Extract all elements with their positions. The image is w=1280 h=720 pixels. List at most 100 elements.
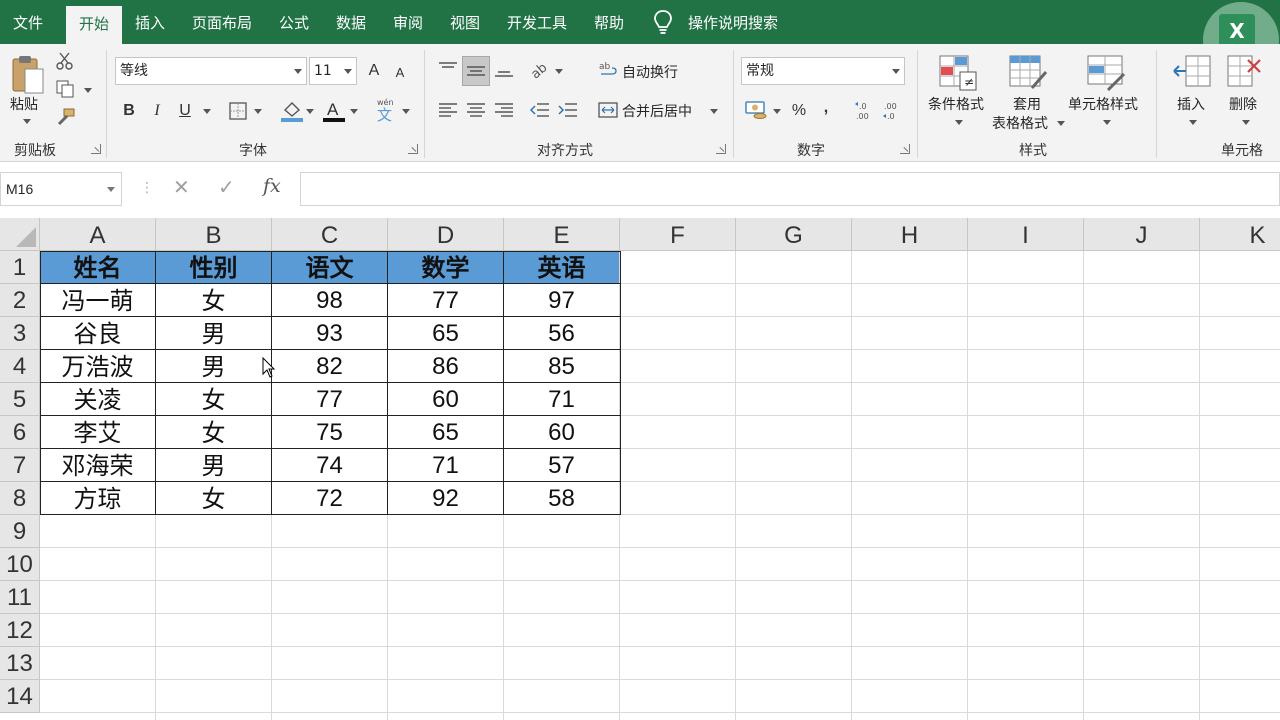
insert-function-icon[interactable]: fx — [263, 175, 281, 197]
format-table-dropdown-icon[interactable] — [1057, 121, 1065, 126]
row-header-7[interactable]: 7 — [0, 449, 40, 482]
row-header-10[interactable]: 10 — [0, 548, 40, 581]
alignment-launcher-icon[interactable] — [716, 144, 726, 154]
comma-style-button[interactable]: , — [814, 96, 838, 120]
column-header-b[interactable]: B — [156, 218, 272, 251]
confirm-entry-icon[interactable]: ✓ — [218, 175, 235, 199]
table-cell[interactable]: 56 — [504, 317, 619, 350]
phonetic-dropdown-icon[interactable] — [402, 109, 410, 114]
tab-view[interactable]: 视图 — [439, 0, 491, 44]
phonetic-guide-icon[interactable]: wén 文 — [374, 97, 398, 123]
decrease-font-size-button[interactable]: A — [388, 61, 412, 85]
paste-icon[interactable] — [10, 54, 46, 96]
merge-center-icon[interactable] — [598, 100, 618, 120]
table-cell[interactable]: 74 — [272, 449, 387, 482]
row-header-2[interactable]: 2 — [0, 284, 40, 317]
tell-me-search[interactable]: 操作说明搜索 — [652, 0, 778, 44]
column-header-g[interactable]: G — [736, 218, 852, 251]
table-cell[interactable]: 57 — [504, 449, 619, 482]
column-header-a[interactable]: A — [40, 218, 156, 251]
insert-dropdown-icon[interactable] — [1189, 120, 1197, 125]
select-all-button[interactable] — [0, 218, 40, 251]
increase-font-size-button[interactable]: A — [362, 59, 386, 83]
column-header-e[interactable]: E — [504, 218, 620, 251]
format-as-table-icon[interactable] — [1008, 52, 1048, 92]
table-header-cell[interactable]: 语文 — [272, 251, 387, 284]
table-cell[interactable]: 女 — [156, 482, 271, 515]
fill-color-dropdown-icon[interactable] — [306, 109, 314, 114]
delete-dropdown-icon[interactable] — [1242, 120, 1250, 125]
format-as-table-button[interactable]: 表格格式 — [992, 113, 1048, 133]
cancel-entry-icon[interactable]: ✕ — [173, 175, 190, 199]
table-header-cell[interactable]: 数学 — [388, 251, 503, 284]
borders-icon[interactable] — [228, 101, 248, 121]
column-header-h[interactable]: H — [852, 218, 968, 251]
row-header-12[interactable]: 12 — [0, 614, 40, 647]
row-header-4[interactable]: 4 — [0, 350, 40, 383]
insert-button[interactable]: 插入 — [1177, 94, 1205, 114]
table-header-cell[interactable]: 性别 — [156, 251, 271, 284]
row-header-9[interactable]: 9 — [0, 515, 40, 548]
copy-icon[interactable] — [56, 80, 76, 98]
orientation-dropdown-icon[interactable] — [555, 69, 563, 74]
name-box[interactable]: M16 — [0, 172, 122, 206]
cut-icon[interactable] — [56, 52, 74, 70]
table-cell[interactable]: 77 — [388, 284, 503, 317]
table-cell[interactable]: 58 — [504, 482, 619, 515]
table-cell[interactable]: 李艾 — [40, 416, 155, 449]
row-header-5[interactable]: 5 — [0, 383, 40, 416]
decrease-decimal-icon[interactable]: .00.0 — [881, 100, 903, 122]
table-cell[interactable]: 75 — [272, 416, 387, 449]
table-cell[interactable]: 82 — [272, 350, 387, 383]
delete-button[interactable]: 删除 — [1229, 94, 1257, 114]
tab-formulas[interactable]: 公式 — [268, 0, 320, 44]
insert-cells-icon[interactable] — [1172, 52, 1212, 92]
table-header-cell[interactable]: 姓名 — [40, 251, 155, 284]
align-left-icon[interactable] — [437, 100, 459, 120]
delete-cells-icon[interactable] — [1226, 52, 1266, 92]
increase-decimal-icon[interactable]: .0.00 — [853, 100, 875, 122]
align-right-icon[interactable] — [493, 100, 515, 120]
conditional-formatting-icon[interactable]: ≠ — [938, 52, 978, 92]
paste-dropdown-icon[interactable] — [23, 119, 31, 124]
accounting-format-icon[interactable] — [745, 99, 769, 121]
row-header-1[interactable]: 1 — [0, 251, 40, 284]
align-center-icon[interactable] — [465, 100, 487, 120]
cell-styles-button[interactable]: 单元格样式 — [1068, 94, 1138, 114]
paste-button[interactable]: 粘贴 — [10, 94, 38, 114]
tab-file[interactable]: 文件 — [0, 0, 56, 44]
column-header-f[interactable]: F — [620, 218, 736, 251]
table-cell[interactable]: 98 — [272, 284, 387, 317]
column-header-d[interactable]: D — [388, 218, 504, 251]
formula-bar-grip-icon[interactable]: ⋮ — [140, 180, 154, 196]
tab-review[interactable]: 审阅 — [382, 0, 434, 44]
cell-styles-dropdown-icon[interactable] — [1103, 120, 1111, 125]
tab-data[interactable]: 数据 — [325, 0, 377, 44]
merge-dropdown-icon[interactable] — [710, 109, 718, 114]
font-launcher-icon[interactable] — [408, 144, 418, 154]
table-cell[interactable]: 女 — [156, 383, 271, 416]
table-cell[interactable]: 关凌 — [40, 383, 155, 416]
column-header-j[interactable]: J — [1084, 218, 1200, 251]
bold-button[interactable]: B — [117, 99, 141, 123]
wrap-text-button[interactable]: 自动换行 — [622, 62, 678, 82]
number-format-select[interactable]: 常规 — [741, 57, 905, 85]
merge-center-button[interactable]: 合并后居中 — [622, 101, 692, 121]
table-cell[interactable]: 男 — [156, 449, 271, 482]
align-middle-icon[interactable] — [465, 61, 487, 81]
number-launcher-icon[interactable] — [900, 144, 910, 154]
cell-styles-icon[interactable] — [1086, 52, 1126, 92]
font-color-icon[interactable]: A — [322, 99, 346, 123]
decrease-indent-icon[interactable] — [529, 100, 551, 120]
copy-dropdown-icon[interactable] — [84, 88, 92, 93]
formula-input[interactable] — [300, 172, 1280, 206]
table-cell[interactable]: 86 — [388, 350, 503, 383]
borders-dropdown-icon[interactable] — [254, 109, 262, 114]
table-cell[interactable]: 71 — [388, 449, 503, 482]
align-top-icon[interactable] — [437, 60, 459, 80]
font-color-dropdown-icon[interactable] — [350, 109, 358, 114]
format-painter-icon[interactable] — [56, 108, 76, 126]
column-header-k[interactable]: K — [1200, 218, 1280, 251]
worksheet-grid[interactable]: ABCDEFGHIJK 1 2 3 4 5 6 7 8 9 10 11 12 13 14 姓名 性别 语文 数学… — [0, 218, 1280, 720]
table-cell[interactable]: 65 — [388, 317, 503, 350]
